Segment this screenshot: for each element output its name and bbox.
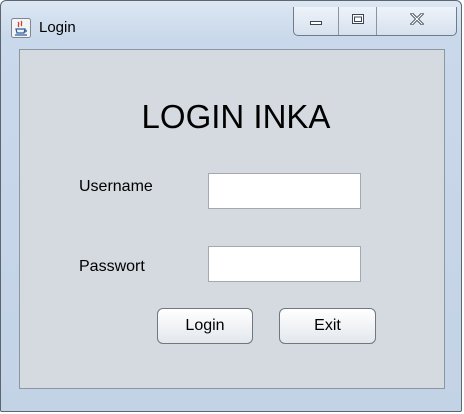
username-label: Username: [79, 178, 153, 195]
minimize-button[interactable]: [294, 7, 339, 35]
password-input[interactable]: [208, 246, 361, 282]
close-icon: [409, 11, 425, 30]
login-window: Login LOGIN INKA Username Passwort Login…: [0, 0, 462, 412]
title-bar[interactable]: Login: [1, 1, 461, 49]
maximize-button[interactable]: [339, 7, 377, 35]
window-title: Login: [39, 19, 76, 36]
login-button[interactable]: Login: [157, 308, 253, 344]
window-controls: [293, 7, 457, 36]
username-input[interactable]: [208, 173, 361, 209]
login-panel: LOGIN INKA Username Passwort Login Exit: [19, 49, 445, 389]
minimize-icon: [309, 12, 323, 30]
close-button[interactable]: [377, 7, 456, 35]
page-title: LOGIN INKA: [141, 98, 331, 135]
maximize-icon: [351, 12, 365, 30]
java-app-icon: [11, 18, 31, 38]
exit-button[interactable]: Exit: [279, 308, 376, 344]
password-label: Passwort: [79, 258, 145, 275]
